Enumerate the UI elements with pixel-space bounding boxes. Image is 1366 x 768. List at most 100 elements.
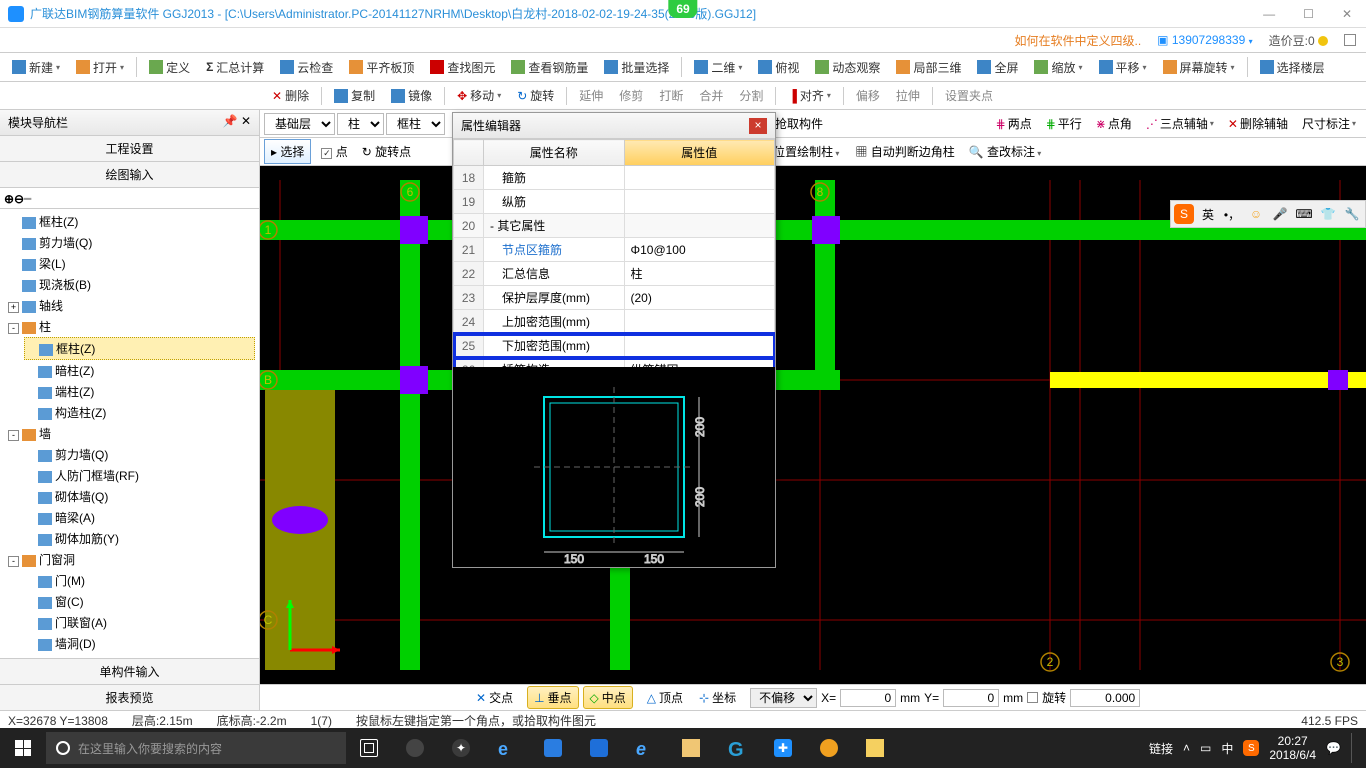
new-button[interactable]: 新建 xyxy=(6,56,66,79)
ime-skin-icon[interactable]: 👕 xyxy=(1318,204,1338,224)
break-button[interactable]: 打断 xyxy=(653,84,689,107)
tree-node[interactable]: 门(M) xyxy=(24,570,255,591)
edge-icon[interactable]: e xyxy=(484,728,530,768)
tree-node[interactable]: -柱 xyxy=(8,316,255,337)
check-mark-button[interactable]: 🔍 查改标注 xyxy=(963,140,1048,163)
property-row[interactable]: 21 节点区箍筋Φ10@100 xyxy=(454,238,775,262)
section-report[interactable]: 报表预览 xyxy=(0,684,259,710)
tree-node[interactable]: 人防门框墙(RF) xyxy=(24,465,255,486)
align-button[interactable]: ▐对齐 xyxy=(782,84,837,107)
tree-node[interactable]: 暗柱(Z) xyxy=(24,360,255,381)
open-button[interactable]: 打开 xyxy=(70,56,130,79)
delete-button[interactable]: ✕ 删除 xyxy=(266,84,315,107)
app-icon-5[interactable]: G xyxy=(714,728,760,768)
property-row[interactable]: 18 箍筋 xyxy=(454,166,775,190)
pin-icon[interactable]: 📌 xyxy=(223,114,238,128)
delete-aux-button[interactable]: ✕ 删除辅轴 xyxy=(1222,112,1294,135)
find-button[interactable]: 查找图元 xyxy=(424,56,501,79)
observe-button[interactable]: 动态观察 xyxy=(809,56,886,79)
snap-mid[interactable]: ◇ 中点 xyxy=(583,686,633,709)
property-row[interactable]: 24 上加密范围(mm) xyxy=(454,310,775,334)
section-draw[interactable]: 绘图输入 xyxy=(0,162,259,188)
fullscreen-button[interactable]: 全屏 xyxy=(971,56,1024,79)
sogou-icon[interactable]: S xyxy=(1174,204,1194,224)
property-row[interactable]: 20- 其它属性 xyxy=(454,214,775,238)
move-button[interactable]: ✥移动 xyxy=(451,84,507,107)
tree-node[interactable]: 构造柱(Z) xyxy=(24,402,255,423)
tray-ime-cn[interactable]: 中 xyxy=(1221,740,1233,757)
type-select[interactable]: 框柱 xyxy=(386,113,445,135)
tree-node[interactable]: 梁(L) xyxy=(8,253,255,274)
tree-node[interactable]: 砌体加筋(Y) xyxy=(24,528,255,549)
point-checkbox[interactable] xyxy=(321,148,332,159)
app-icon-7[interactable] xyxy=(806,728,852,768)
three-aux-button[interactable]: ⋰ 三点辅轴 xyxy=(1140,112,1220,135)
tree-node[interactable]: 端柱(Z) xyxy=(24,381,255,402)
mirror-button[interactable]: 镜像 xyxy=(385,84,438,107)
taskbar-clock[interactable]: 20:272018/6/4 xyxy=(1269,734,1316,763)
tray-icon-1[interactable]: ▭ xyxy=(1200,741,1211,755)
notification-icon[interactable]: 💬 xyxy=(1326,741,1341,755)
app-icon-1[interactable] xyxy=(392,728,438,768)
component-tree[interactable]: 框柱(Z)剪力墙(Q)梁(L)现浇板(B)+轴线-柱框柱(Z)暗柱(Z)端柱(Z… xyxy=(0,209,259,658)
user-phone[interactable]: ▣ 13907298339 ▾ xyxy=(1157,33,1252,47)
section-single[interactable]: 单构件输入 xyxy=(0,658,259,684)
app-icon-4[interactable] xyxy=(576,728,622,768)
settings-icon[interactable] xyxy=(1344,34,1356,46)
minimize-button[interactable]: — xyxy=(1257,5,1281,23)
rotate-input[interactable] xyxy=(1070,689,1140,707)
trim-button[interactable]: 修剪 xyxy=(613,84,649,107)
snap-vertex[interactable]: ⊥ 垂点 xyxy=(527,686,578,709)
screen-rotate-button[interactable]: 屏幕旋转 xyxy=(1157,56,1241,79)
tree-node[interactable]: 框柱(Z) xyxy=(8,211,255,232)
offset-mode-select[interactable]: 不偏移 xyxy=(750,688,817,708)
dimension-button[interactable]: 尺寸标注 xyxy=(1296,112,1362,135)
merge-button[interactable]: 合并 xyxy=(693,84,729,107)
property-row[interactable]: 19 纵筋 xyxy=(454,190,775,214)
select-tool[interactable]: ▸ 选择 xyxy=(264,139,311,164)
split-button[interactable]: 分割 xyxy=(733,84,769,107)
extend-button[interactable]: 延伸 xyxy=(573,84,609,107)
tree-node[interactable]: -墙 xyxy=(8,423,255,444)
snap-coord[interactable]: ⊹ 坐标 xyxy=(693,687,742,708)
app-icon-3[interactable] xyxy=(530,728,576,768)
y-input[interactable] xyxy=(943,689,999,707)
property-table[interactable]: 属性名称 属性值 18 箍筋19 纵筋20- 其它属性21 节点区箍筋Φ10@1… xyxy=(453,139,775,367)
rotate-point-tool[interactable]: ↻ 旋转点 xyxy=(356,140,417,163)
tree-node[interactable]: 墙洞(D) xyxy=(24,633,255,654)
app-icon-6[interactable]: ✚ xyxy=(760,728,806,768)
tree-node[interactable]: 砌体墙(Q) xyxy=(24,486,255,507)
bird-view-button[interactable]: 俯视 xyxy=(752,56,805,79)
show-desktop[interactable] xyxy=(1351,733,1358,763)
explorer-icon[interactable] xyxy=(668,728,714,768)
taskview-icon[interactable] xyxy=(346,728,392,768)
define-button[interactable]: 定义 xyxy=(143,56,196,79)
maximize-button[interactable]: ☐ xyxy=(1297,5,1320,23)
sum-button[interactable]: Σ汇总计算 xyxy=(200,56,270,79)
ime-tool-icon[interactable]: 🔧 xyxy=(1342,204,1362,224)
rotate-checkbox[interactable] xyxy=(1027,692,1038,703)
tree-node[interactable]: 框柱(Z) xyxy=(24,337,255,360)
copy-button[interactable]: 复制 xyxy=(328,84,381,107)
ie-icon[interactable]: e xyxy=(622,728,668,768)
app-icon-2[interactable]: ✦ xyxy=(438,728,484,768)
select-floor-button[interactable]: 选择楼层 xyxy=(1254,56,1331,79)
auto-corner-button[interactable]: ▦ 自动判断边角柱 xyxy=(849,140,960,163)
category-select[interactable]: 柱 xyxy=(337,113,384,135)
ime-lang[interactable]: 英 xyxy=(1198,204,1218,224)
tray-chevron-icon[interactable]: ˄ xyxy=(1183,741,1190,755)
point-tool[interactable]: 点 xyxy=(315,140,353,163)
property-editor-title[interactable]: 属性编辑器 × xyxy=(453,113,775,139)
close-button[interactable]: ✕ xyxy=(1336,5,1358,23)
corner-button[interactable]: ⋇ 点角 xyxy=(1090,112,1138,135)
tray-sogou-icon[interactable]: S xyxy=(1243,740,1259,756)
property-row[interactable]: 23 保护层厚度(mm)(20) xyxy=(454,286,775,310)
cloud-check-button[interactable]: 云检查 xyxy=(274,56,339,79)
section-project[interactable]: 工程设置 xyxy=(0,136,259,162)
property-row[interactable]: 22 汇总信息柱 xyxy=(454,262,775,286)
grip-button[interactable]: 设置夹点 xyxy=(939,84,999,107)
rotate-button[interactable]: ↻旋转 xyxy=(511,84,560,107)
snap-top[interactable]: △ 顶点 xyxy=(641,687,689,708)
tree-node[interactable]: +轴线 xyxy=(8,295,255,316)
parallel-button[interactable]: ⋕ 平行 xyxy=(1040,112,1088,135)
